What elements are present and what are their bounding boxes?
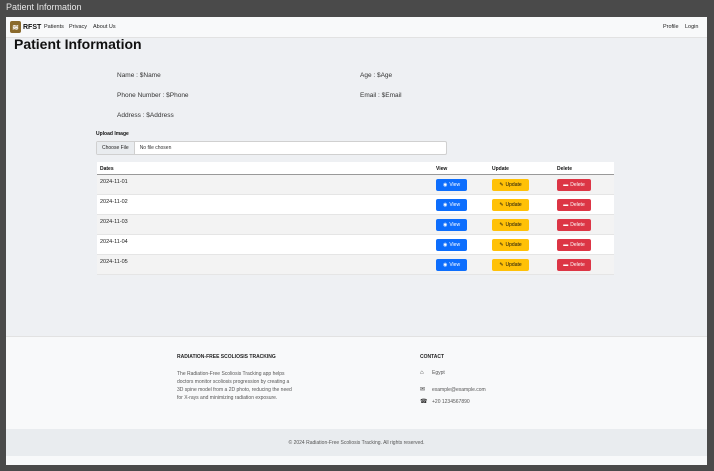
update-label: Update (505, 242, 522, 248)
trash-icon: ▬ (563, 181, 569, 188)
edit-icon: ✎ (499, 181, 504, 188)
update-button[interactable]: ✎ Update (492, 259, 529, 271)
patient-age: Age : $Age (360, 72, 393, 79)
contact-email: ✉ example@example.com (420, 387, 486, 393)
view-label: View (449, 242, 461, 248)
row-date: 2024-11-04 (100, 239, 128, 245)
trash-icon: ▬ (563, 221, 569, 228)
header-delete: Delete (557, 166, 573, 172)
header-dates: Dates (100, 166, 114, 172)
header-update: Update (492, 166, 509, 172)
footer-about-title: RADIATION-FREE SCOLIOSIS TRACKING (177, 354, 276, 360)
footer: RADIATION-FREE SCOLIOSIS TRACKING The Ra… (6, 336, 707, 465)
brand-text: RFST (23, 23, 42, 31)
patient-address: Address : $Address (117, 112, 174, 119)
nav-link-patients[interactable]: Patients (44, 24, 64, 30)
update-button[interactable]: ✎ Update (492, 219, 529, 231)
update-label: Update (505, 222, 522, 228)
nav-link-about-us[interactable]: About Us (93, 24, 116, 30)
eye-icon: ◉ (442, 261, 448, 268)
edit-icon: ✎ (499, 221, 504, 228)
nav-link-login[interactable]: Login (685, 24, 698, 30)
edit-icon: ✎ (499, 201, 504, 208)
view-label: View (449, 262, 461, 268)
browser-page: ≋ RFST Patients Privacy About Us Profile… (6, 17, 707, 465)
delete-button[interactable]: ▬ Delete (557, 179, 591, 191)
update-label: Update (505, 262, 522, 268)
update-button[interactable]: ✎ Update (492, 239, 529, 251)
navbar-brand[interactable]: ≋ RFST (10, 21, 41, 33)
delete-label: Delete (570, 182, 585, 188)
patient-email: Email : $Email (360, 92, 402, 99)
view-button[interactable]: ◉ View (436, 199, 467, 211)
row-date: 2024-11-03 (100, 219, 128, 225)
delete-button[interactable]: ▬ Delete (557, 219, 591, 231)
upload-image-label: Upload Image (96, 131, 129, 137)
delete-label: Delete (570, 262, 585, 268)
view-button[interactable]: ◉ View (436, 219, 467, 231)
delete-button[interactable]: ▬ Delete (557, 259, 591, 271)
table-row: 2024-11-01 ◉ View ✎ Update ▬ Delete (97, 175, 614, 195)
delete-label: Delete (570, 242, 585, 248)
view-label: View (449, 222, 461, 228)
view-label: View (449, 182, 461, 188)
envelope-icon: ✉ (420, 387, 426, 393)
file-input[interactable]: Choose File No file chosen (96, 141, 447, 155)
copyright-bar: © 2024 Radiation-Free Scoliosis Tracking… (6, 429, 707, 456)
window-title: Patient Information (6, 2, 82, 12)
delete-label: Delete (570, 222, 585, 228)
footer-contact-title: CONTACT (420, 354, 445, 360)
visits-table: Dates View Update Delete 2024-11-01 ◉ Vie… (97, 162, 614, 275)
row-date: 2024-11-05 (100, 259, 128, 265)
navbar: ≋ RFST Patients Privacy About Us Profile… (6, 17, 707, 38)
edit-icon: ✎ (499, 261, 504, 268)
view-button[interactable]: ◉ View (436, 179, 467, 191)
copyright-text: © 2024 Radiation-Free Scoliosis Tracking… (288, 439, 425, 446)
delete-button[interactable]: ▬ Delete (557, 199, 591, 211)
contact-phone-text: +20 1234567890 (432, 399, 470, 405)
home-icon: ⌂ (420, 370, 424, 376)
table-row: 2024-11-03 ◉ View ✎ Update ▬ Delete (97, 215, 614, 235)
contact-location: ⌂ Egypt (420, 370, 445, 376)
row-date: 2024-11-01 (100, 179, 128, 185)
update-label: Update (505, 182, 522, 188)
view-label: View (449, 202, 461, 208)
contact-email-text[interactable]: example@example.com (432, 387, 486, 393)
table-row: 2024-11-02 ◉ View ✎ Update ▬ Delete (97, 195, 614, 215)
contact-phone: ☎ +20 1234567890 (420, 399, 470, 405)
table-row: 2024-11-04 ◉ View ✎ Update ▬ Delete (97, 235, 614, 255)
choose-file-button[interactable]: Choose File (97, 142, 135, 154)
update-button[interactable]: ✎ Update (492, 179, 529, 191)
file-status: No file chosen (139, 145, 172, 151)
row-date: 2024-11-02 (100, 199, 128, 205)
page-title: Patient Information (14, 36, 142, 52)
view-button[interactable]: ◉ View (436, 239, 467, 251)
eye-icon: ◉ (442, 221, 448, 228)
table-header: Dates View Update Delete (97, 162, 614, 175)
eye-icon: ◉ (442, 201, 448, 208)
edit-icon: ✎ (499, 241, 504, 248)
trash-icon: ▬ (563, 241, 569, 248)
view-button[interactable]: ◉ View (436, 259, 467, 271)
header-view: View (436, 166, 448, 172)
footer-about-text: The Radiation-Free Scoliosis Tracking ap… (177, 371, 292, 401)
eye-icon: ◉ (442, 241, 448, 248)
update-label: Update (505, 202, 522, 208)
patient-name: Name : $Name (117, 72, 161, 79)
logo-icon: ≋ (10, 21, 21, 33)
trash-icon: ▬ (563, 261, 569, 268)
delete-label: Delete (570, 202, 585, 208)
patient-phone: Phone Number : $Phone (117, 92, 189, 99)
trash-icon: ▬ (563, 201, 569, 208)
update-button[interactable]: ✎ Update (492, 199, 529, 211)
nav-link-privacy[interactable]: Privacy (69, 24, 87, 30)
contact-location-text: Egypt (432, 370, 445, 376)
phone-icon: ☎ (420, 399, 428, 405)
nav-link-profile[interactable]: Profile (663, 24, 679, 30)
delete-button[interactable]: ▬ Delete (557, 239, 591, 251)
table-row: 2024-11-05 ◉ View ✎ Update ▬ Delete (97, 255, 614, 275)
eye-icon: ◉ (442, 181, 448, 188)
